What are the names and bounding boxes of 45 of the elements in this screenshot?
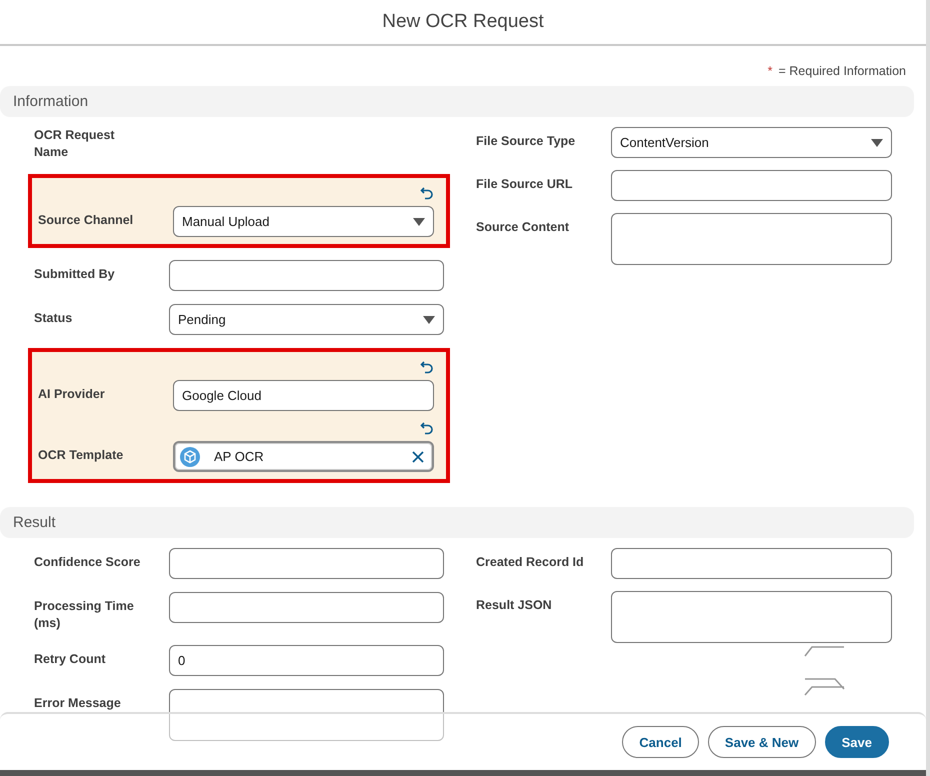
input-field[interactable] <box>169 548 444 579</box>
save-button[interactable]: Save <box>824 726 889 758</box>
required-note: = Required Information <box>778 64 906 78</box>
field-label: Confidence Score <box>34 554 142 571</box>
undo-icon[interactable] <box>420 360 434 374</box>
field-label: File Source Type <box>476 133 576 150</box>
footer-button[interactable]: Save & New <box>708 726 816 758</box>
field-label: AI Provider <box>38 386 106 403</box>
text-area[interactable] <box>169 689 444 741</box>
input-field[interactable]: 0 <box>169 645 444 676</box>
text-area[interactable] <box>611 591 892 643</box>
field-label: Status <box>34 310 74 327</box>
field-label: Source Content <box>476 219 570 236</box>
input-field[interactable] <box>169 260 444 291</box>
text-area[interactable] <box>611 213 892 265</box>
section-header[interactable]: Information <box>0 86 914 117</box>
field-label: OCR Template <box>38 447 124 464</box>
modal-title: New OCR Request <box>382 11 544 33</box>
undo-icon[interactable] <box>420 421 434 435</box>
field-label: Retry Count <box>34 651 107 668</box>
field-label: Submitted By <box>34 266 116 283</box>
caret-icon <box>871 138 883 146</box>
close-icon[interactable] <box>412 450 424 462</box>
caret-icon <box>413 218 425 226</box>
section-header[interactable]: Result <box>0 507 914 538</box>
field-label: Processing Time (ms) <box>34 598 135 632</box>
lookup-field[interactable]: AP OCR <box>173 441 434 472</box>
field-label: File Source URL <box>476 176 574 193</box>
cube-icon <box>180 446 200 466</box>
field-label: OCR Request Name <box>34 127 116 161</box>
input-field[interactable] <box>169 592 444 623</box>
required-mark: * <box>768 64 772 78</box>
select-field[interactable]: ContentVersion <box>611 127 892 158</box>
input-field[interactable] <box>611 170 892 201</box>
footer-button[interactable]: Cancel <box>622 726 699 758</box>
select-field[interactable]: Manual Upload <box>173 206 434 237</box>
field-label: Result JSON <box>476 597 553 614</box>
input-field[interactable] <box>611 548 892 579</box>
field-label: Source Channel <box>38 212 134 229</box>
field-label: Created Record Id <box>476 554 585 571</box>
select-field[interactable]: Pending <box>169 304 444 335</box>
input-field[interactable]: Google Cloud <box>173 380 434 411</box>
caret-icon <box>423 316 435 324</box>
field-label: Error Message <box>34 695 122 712</box>
undo-icon[interactable] <box>420 186 434 200</box>
